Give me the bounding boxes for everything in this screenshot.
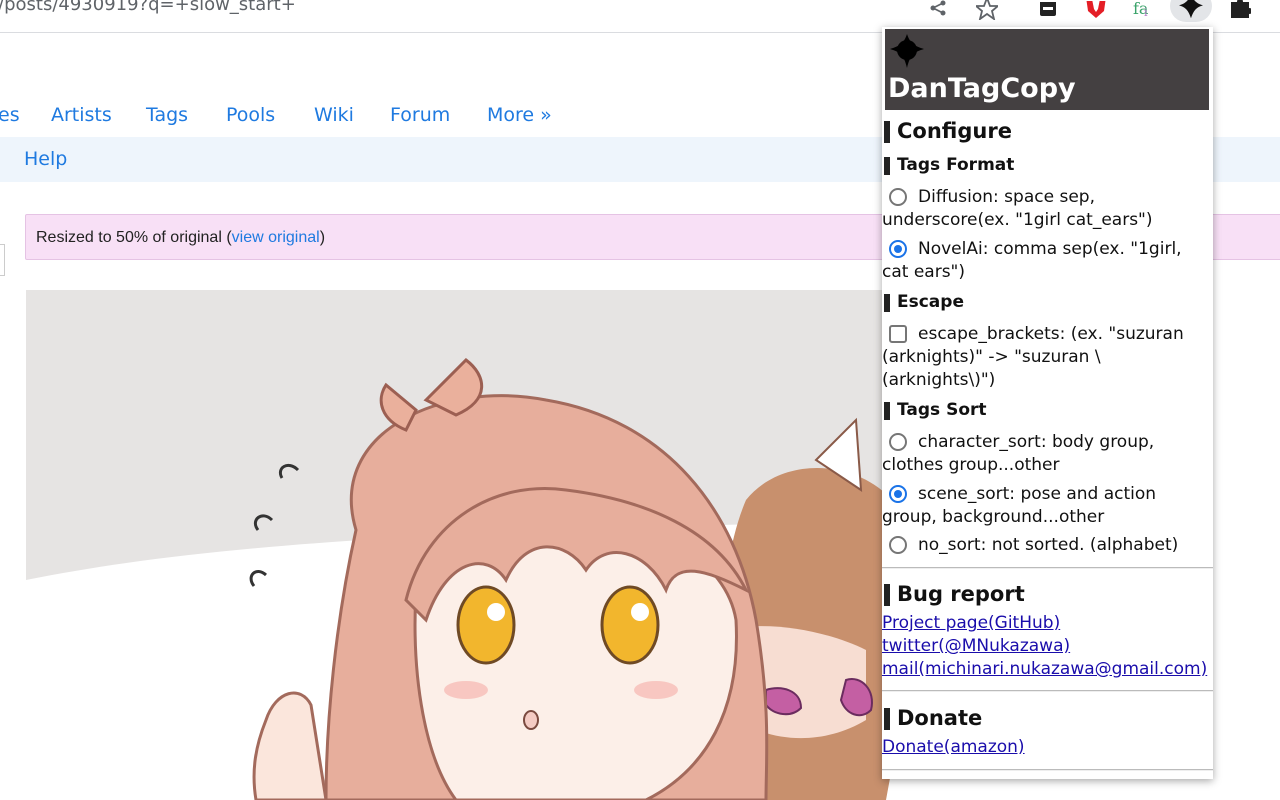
- mail-link[interactable]: mail(michinari.nukazawa@gmail.com): [882, 659, 1207, 679]
- sort-none-radio[interactable]: [889, 536, 907, 554]
- format-novelai-radio[interactable]: [889, 240, 907, 258]
- escape-brackets-label: escape_brackets: (ex. "suzuran (arknight…: [882, 324, 1184, 390]
- dantagcopy-extension-icon[interactable]: [1179, 0, 1203, 20]
- donate-heading: Donate: [884, 706, 982, 730]
- popup-title: DanTagCopy: [888, 73, 1076, 104]
- sort-scene-label: scene_sort: pose and action group, backg…: [882, 484, 1157, 527]
- dantagcopy-popup: DanTagCopy Configure Tags Format Diffusi…: [882, 27, 1213, 779]
- notice-suffix: ): [319, 229, 326, 246]
- sort-option-character[interactable]: character_sort: body group, clothes grou…: [882, 431, 1212, 477]
- extensions-puzzle-icon[interactable]: [1228, 0, 1252, 20]
- sidebar-edge: [0, 244, 5, 276]
- format-diffusion-radio[interactable]: [889, 188, 907, 206]
- divider: [882, 769, 1213, 771]
- extension-dark-icon[interactable]: [1036, 0, 1060, 20]
- nav-link-more[interactable]: More »: [487, 104, 552, 126]
- nav-link-favorites[interactable]: es: [0, 104, 20, 126]
- escape-heading: Escape: [884, 292, 964, 312]
- nav-link-wiki[interactable]: Wiki: [314, 104, 354, 126]
- bookmark-star-icon[interactable]: [975, 0, 999, 20]
- subnav-help-link[interactable]: Help: [24, 148, 67, 170]
- divider: [882, 567, 1213, 569]
- nav-link-forum[interactable]: Forum: [390, 104, 450, 126]
- project-page-link[interactable]: Project page(GitHub): [882, 613, 1060, 633]
- notice-prefix: Resized to 50% of original (: [36, 229, 232, 246]
- bug-report-heading: Bug report: [884, 582, 1025, 606]
- svg-text:i: i: [1144, 6, 1148, 19]
- sort-scene-radio[interactable]: [889, 485, 907, 503]
- view-original-link[interactable]: view original: [232, 229, 320, 246]
- extension-red-icon[interactable]: [1084, 0, 1108, 20]
- escape-brackets-checkbox[interactable]: [889, 325, 907, 343]
- dantagcopy-logo-icon: [890, 34, 924, 68]
- nav-link-pools[interactable]: Pools: [226, 104, 275, 126]
- configure-heading: Configure: [884, 119, 1012, 143]
- twitter-link[interactable]: twitter(@MNukazawa): [882, 636, 1070, 656]
- format-novelai-label: NovelAi: comma sep(ex. "1girl, cat ears"…: [882, 239, 1182, 282]
- post-image[interactable]: [26, 290, 926, 800]
- tags-format-heading: Tags Format: [884, 155, 1014, 175]
- format-option-diffusion[interactable]: Diffusion: space sep, underscore(ex. "1g…: [882, 186, 1212, 232]
- format-diffusion-label: Diffusion: space sep, underscore(ex. "1g…: [882, 187, 1153, 230]
- popup-header: DanTagCopy: [885, 29, 1209, 110]
- share-icon[interactable]: [926, 0, 950, 20]
- address-bar-url[interactable]: /posts/4930919?q=+slow_start+: [0, 0, 296, 15]
- nav-link-tags[interactable]: Tags: [146, 104, 188, 126]
- resize-notice-text: Resized to 50% of original (view origina…: [36, 229, 325, 247]
- divider: [882, 690, 1213, 692]
- tags-sort-heading: Tags Sort: [884, 400, 987, 420]
- sort-option-scene[interactable]: scene_sort: pose and action group, backg…: [882, 483, 1212, 529]
- sort-none-label: no_sort: not sorted. (alphabet): [918, 535, 1179, 555]
- sort-character-radio[interactable]: [889, 433, 907, 451]
- donate-link[interactable]: Donate(amazon): [882, 737, 1025, 757]
- sort-character-label: character_sort: body group, clothes grou…: [882, 432, 1155, 475]
- escape-brackets-option[interactable]: escape_brackets: (ex. "suzuran (arknight…: [882, 323, 1212, 392]
- extension-fa-icon[interactable]: fa i: [1132, 0, 1156, 20]
- nav-link-artists[interactable]: Artists: [51, 104, 112, 126]
- sort-option-none[interactable]: no_sort: not sorted. (alphabet): [882, 534, 1212, 557]
- format-option-novelai[interactable]: NovelAi: comma sep(ex. "1girl, cat ears"…: [882, 238, 1212, 284]
